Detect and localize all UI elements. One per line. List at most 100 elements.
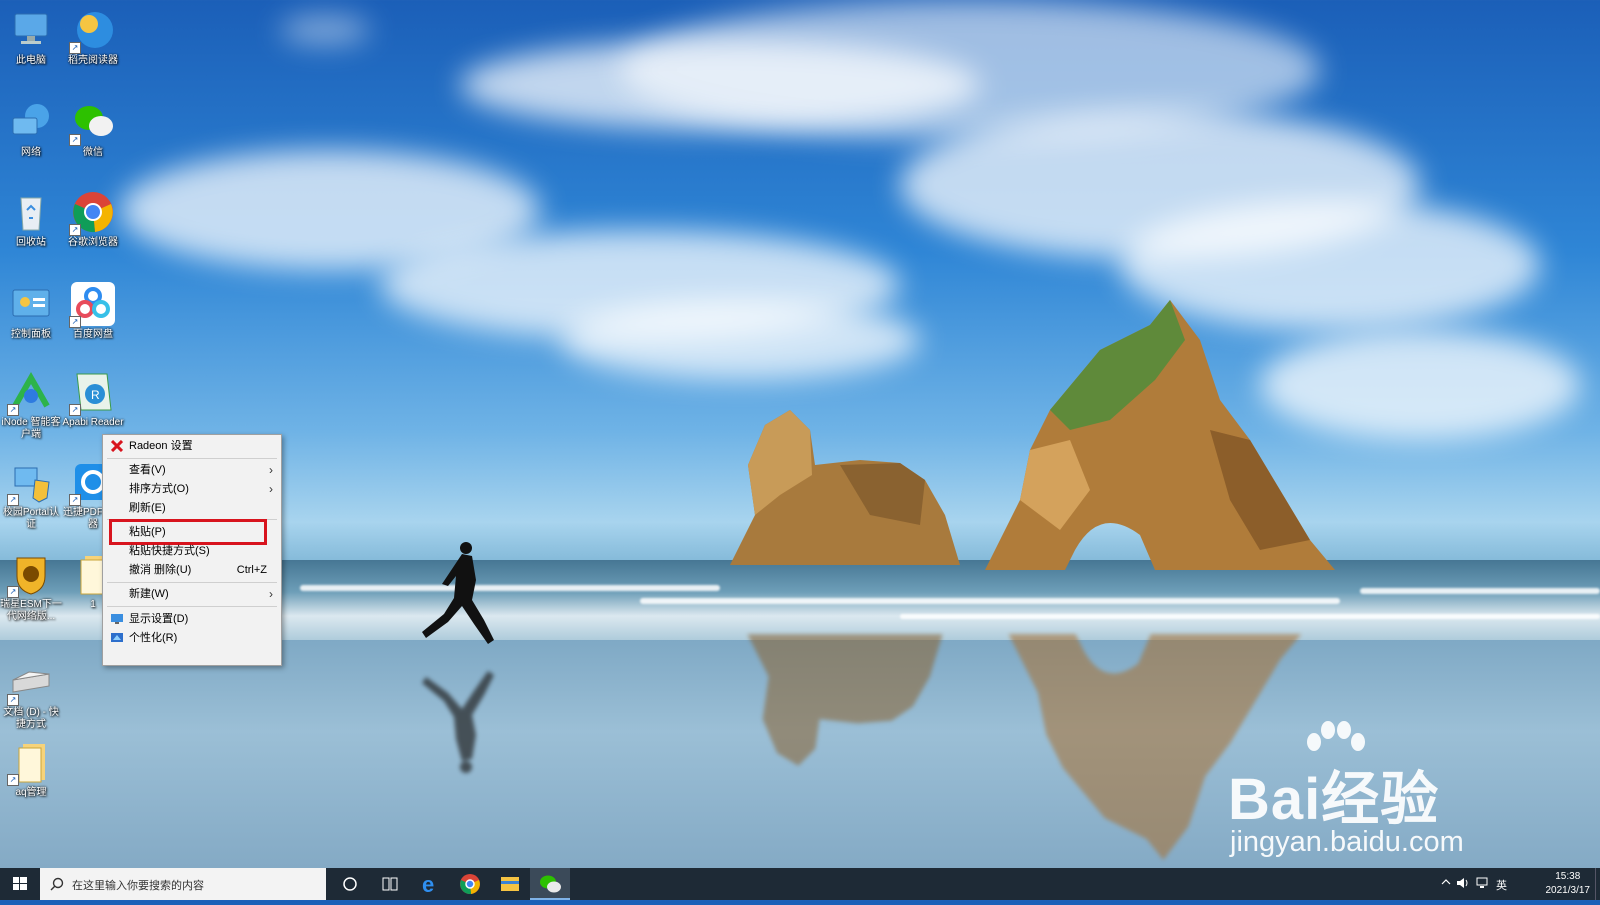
desktop-icon-label: 瑞星ESM下一代网络版... — [0, 599, 62, 622]
menu-item-label: 撤消 删除(U) — [129, 564, 192, 576]
sea-arch-right — [985, 300, 1335, 570]
tray-overflow-chevron-icon[interactable] — [1440, 876, 1452, 891]
desktop-icon-label: 稻壳阅读器 — [68, 55, 118, 66]
task-view-button[interactable] — [370, 868, 410, 900]
desktop-icon-network[interactable]: 网络 — [0, 100, 62, 159]
desktop-icon-rising-esm[interactable]: ↗ 瑞星ESM下一代网络版... — [0, 552, 62, 623]
menu-item-radeon-settings[interactable]: Radeon 设置 — [103, 437, 281, 455]
desktop-icon-chrome[interactable]: ↗ 谷歌浏览器 — [62, 190, 124, 249]
desktop-icon-label: iNode 智能客户端 — [1, 417, 61, 440]
search-icon — [50, 877, 64, 891]
menu-item-paste-shortcut[interactable]: 粘贴快捷方式(S) — [103, 542, 281, 560]
desktop-icon-label: 微信 — [83, 147, 103, 158]
paw-logo-icon — [1307, 721, 1365, 751]
desktop-icon-label: 此电脑 — [16, 55, 46, 66]
portal-auth-icon: ↗ — [7, 460, 53, 506]
edge-icon: e — [422, 872, 434, 897]
taskbar-file-explorer[interactable] — [490, 868, 530, 900]
taskbar: 在这里输入你要搜索的内容 e 英 15:38 2021/3/17 — [0, 868, 1600, 900]
desktop-icon-label: 文档 (D) - 快捷方式 — [3, 707, 59, 730]
chrome-icon — [460, 874, 480, 895]
sea-stack-left — [730, 410, 960, 565]
desktop-icon-portal[interactable]: ↗ 校园Portal认证 — [0, 460, 62, 531]
volume-icon[interactable] — [1456, 876, 1470, 893]
drive-shortcut-icon: ↗ — [7, 660, 53, 706]
menu-item-refresh[interactable]: 刷新(E) — [103, 499, 281, 517]
taskbar-wechat[interactable] — [530, 868, 570, 900]
cortana-icon — [343, 877, 357, 891]
desktop-icon-label: 回收站 — [16, 237, 46, 248]
menu-item-label: Radeon 设置 — [129, 440, 193, 452]
desktop-icon-drive-d[interactable]: ↗ 文档 (D) - 快捷方式 — [0, 660, 62, 731]
menu-item-personalize[interactable]: 个性化(R) — [103, 629, 281, 647]
wechat-icon: ↗ — [69, 100, 115, 146]
desktop-icon-label: 百度网盘 — [73, 329, 113, 340]
desktop-icon-inode[interactable]: ↗ iNode 智能客户端 — [0, 370, 62, 441]
menu-item-label: 新建(W) — [129, 588, 169, 600]
watermark-url: jingyan.baidu.com — [1230, 826, 1464, 858]
menu-item-label: 查看(V) — [129, 464, 166, 476]
desktop-icon-label: aq管理 — [15, 787, 47, 798]
desktop-icon-apabi[interactable]: R ↗ Apabi Reader — [62, 370, 124, 429]
menu-item-sort-by[interactable]: 排序方式(O) › — [103, 480, 281, 498]
inode-client-icon: ↗ — [7, 370, 53, 416]
network-status-icon[interactable] — [1476, 876, 1490, 893]
clock-date: 2021/3/17 — [1545, 885, 1591, 896]
chevron-right-icon: › — [269, 482, 273, 496]
menu-item-new[interactable]: 新建(W) › — [103, 585, 281, 603]
desktop-icon-baidu-netdisk[interactable]: ↗ 百度网盘 — [62, 282, 124, 341]
desktop-icon-recycle-bin[interactable]: 回收站 — [0, 190, 62, 249]
taskbar-chrome[interactable] — [450, 868, 490, 900]
taskbar-search-box[interactable]: 在这里输入你要搜索的内容 — [40, 868, 326, 900]
desktop-icon-this-pc[interactable]: 此电脑 — [0, 8, 62, 67]
menu-item-label: 个性化(R) — [129, 632, 178, 644]
search-placeholder: 在这里输入你要搜索的内容 — [72, 880, 204, 892]
wechat-icon — [540, 875, 561, 893]
desktop-icon-label: 校园Portal认证 — [2, 507, 60, 530]
desktop-context-menu: Radeon 设置 查看(V) › 排序方式(O) › 刷新(E) 粘贴(P) … — [102, 434, 282, 666]
taskbar-edge[interactable]: e — [410, 868, 450, 900]
folder-icon: ↗ — [7, 740, 53, 786]
desktop-icon-label: 控制面板 — [11, 329, 51, 340]
taskbar-clock[interactable]: 15:38 2021/3/17 — [1546, 870, 1591, 898]
recycle-bin-icon — [9, 190, 53, 234]
desktop-icon-control-panel[interactable]: 控制面板 — [0, 282, 62, 341]
display-settings-icon — [111, 613, 123, 625]
svg-text:e: e — [422, 872, 434, 897]
menu-item-display-settings[interactable]: 显示设置(D) — [103, 610, 281, 628]
start-button[interactable] — [0, 868, 40, 900]
menu-item-label: 显示设置(D) — [129, 613, 189, 625]
network-icon — [9, 100, 53, 144]
desktop-icon-reader[interactable]: ↗ 稻壳阅读器 — [62, 8, 124, 67]
rising-antivirus-icon: ↗ — [7, 552, 53, 598]
ime-indicator[interactable]: 英 — [1496, 877, 1507, 893]
file-explorer-icon — [501, 877, 519, 891]
cortana-button[interactable] — [330, 868, 370, 900]
computer-icon — [9, 8, 53, 52]
clock-time: 15:38 — [1555, 871, 1581, 882]
menu-item-shortcut: Ctrl+Z — [236, 564, 267, 576]
desktop-icon-label: 网络 — [21, 147, 41, 158]
menu-item-undo-delete[interactable]: 撤消 删除(U) Ctrl+Z — [103, 561, 281, 579]
svg-text:R: R — [91, 388, 100, 402]
control-panel-icon — [9, 282, 53, 326]
chevron-right-icon: › — [269, 587, 273, 601]
menu-item-view[interactable]: 查看(V) › — [103, 461, 281, 479]
runner-silhouette — [422, 542, 494, 644]
desktop-icon-aq-folder[interactable]: ↗ aq管理 — [0, 740, 62, 799]
personalize-icon — [111, 632, 123, 644]
menu-separator — [107, 458, 277, 459]
desktop-icon-wechat[interactable]: ↗ 微信 — [62, 100, 124, 159]
menu-separator — [107, 606, 277, 607]
menu-item-label: 排序方式(O) — [129, 483, 189, 495]
show-desktop-button[interactable] — [1595, 868, 1600, 900]
task-view-icon — [382, 877, 398, 891]
desktop-icon-label: Apabi Reader — [62, 417, 124, 428]
menu-item-label: 刷新(E) — [129, 502, 166, 514]
menu-separator — [107, 582, 277, 583]
apabi-reader-icon: R ↗ — [69, 370, 115, 416]
system-tray: 英 — [1440, 868, 1530, 900]
baidu-netdisk-icon: ↗ — [69, 282, 115, 328]
menu-item-label: 粘贴快捷方式(S) — [129, 545, 210, 557]
reader-app-icon: ↗ — [69, 8, 115, 54]
